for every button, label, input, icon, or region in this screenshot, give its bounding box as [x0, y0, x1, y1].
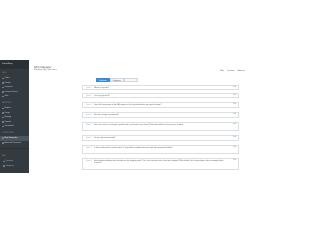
- list-item[interactable]: Q no. 4 How do I change my password? Edi…: [82, 112, 239, 118]
- design-icon: [2, 112, 4, 114]
- sidebar-divider: [0, 148, 29, 150]
- sidebar: PrestaShop SELL Orders Catalog Customers…: [0, 60, 29, 173]
- stats-icon: [2, 95, 4, 98]
- edit-link[interactable]: Edit: [228, 103, 238, 105]
- question-text: How can I return or exchange a product t…: [94, 124, 184, 126]
- sidebar-item-advanced-parameters[interactable]: Advanced Parameters: [0, 141, 29, 146]
- list-item[interactable]: Q no. 7 Is there a discount for my first…: [82, 145, 239, 154]
- advanced-icon: [2, 142, 4, 144]
- international-icon: [2, 125, 4, 128]
- edit-link[interactable]: Edit: [228, 123, 238, 125]
- edit-link[interactable]: Edit: [228, 86, 238, 88]
- sidebar-item-label: Categories: [5, 164, 14, 167]
- question-text: Does the first question of the FAQ appea…: [94, 104, 162, 106]
- edit-link[interactable]: Edit: [228, 94, 238, 96]
- sidebar-item-label: Stats: [4, 95, 9, 98]
- question-text: How long does delivery take and what are…: [94, 160, 224, 165]
- folder-icon: [3, 165, 5, 167]
- customer-service-icon: [2, 91, 4, 93]
- question-number: Q no. 3: [86, 104, 92, 107]
- translate-link[interactable]: Translate: [227, 70, 235, 72]
- app: PrestaShop SELL Orders Catalog Customers…: [0, 0, 250, 250]
- help-link[interactable]: Help: [220, 70, 224, 72]
- payment-icon: [2, 121, 4, 123]
- edit-link[interactable]: Edit: [228, 146, 238, 148]
- sidebar-item-categories[interactable]: Categories: [0, 164, 29, 169]
- question-text: Is there a discount for my first order? …: [94, 147, 174, 149]
- question-number: Q no. 1: [86, 87, 92, 90]
- sidebar-item-label: International: [4, 125, 14, 128]
- question-icon: [3, 160, 5, 163]
- shipping-icon: [2, 116, 4, 119]
- orders-icon: [2, 77, 4, 80]
- question-text: Where is my order?: [94, 87, 110, 89]
- question-number: Q no. 4: [86, 114, 92, 117]
- sidebar-brand[interactable]: PrestaShop: [0, 60, 29, 69]
- question-number: Q no. 8: [86, 160, 92, 163]
- page-header: FAQ Manager Manage FAQ questions Help Tr…: [34, 66, 250, 74]
- question-number: Q no. 7: [86, 147, 92, 150]
- catalog-icon: [2, 82, 4, 84]
- list-item[interactable]: Q no. 5 How can I return or exchange a p…: [82, 122, 239, 131]
- question-text: Do you ship internationally?: [94, 137, 116, 139]
- filter-input[interactable]: [123, 78, 138, 82]
- sidebar-group-improve: IMPROVE Modules Design Shipping Payment …: [0, 99, 29, 129]
- list-item[interactable]: Q no. 6 Do you ship internationally? Edi…: [82, 135, 239, 141]
- modules-icon: [2, 107, 4, 110]
- edit-link[interactable]: Edit: [228, 159, 238, 161]
- edit-link[interactable]: Edit: [228, 113, 238, 115]
- edit-link[interactable]: Edit: [228, 136, 238, 138]
- sidebar-group-sell: SELL Orders Catalog Customers Customer S…: [0, 69, 29, 99]
- tab-questions[interactable]: Questions: [96, 78, 110, 82]
- sidebar-group-faq: FAQ Questions Categories: [0, 152, 29, 168]
- question-number: Q no. 6: [86, 137, 92, 140]
- toolbar: Questions Categories: [96, 78, 138, 82]
- settings-icon: [2, 137, 4, 139]
- question-text: How do I change my password?: [94, 114, 119, 116]
- sidebar-group-configure: CONFIGURE Shop Parameters Advanced Param…: [0, 129, 29, 145]
- customers-icon: [2, 86, 4, 89]
- list-item[interactable]: Q no. 3 Does the first question of the F…: [82, 102, 239, 108]
- header-actions: Help Translate Add new: [220, 70, 245, 72]
- add-new-link[interactable]: Add new: [238, 70, 245, 72]
- question-text: Can I pay by check?: [94, 95, 110, 97]
- list-item[interactable]: Q no. 8 How long does delivery take and …: [82, 158, 239, 170]
- list-item[interactable]: Q no. 1 Where is my order? Edit: [82, 85, 239, 90]
- list-item[interactable]: Q no. 2 Can I pay by check? Edit: [82, 93, 239, 98]
- page-subtitle: Manage FAQ questions: [34, 69, 57, 72]
- question-number: Q no. 2: [86, 95, 92, 98]
- tab-categories[interactable]: Categories: [109, 78, 124, 82]
- question-number: Q no. 5: [86, 124, 92, 127]
- sidebar-item-label: Advanced Parameters: [4, 141, 22, 144]
